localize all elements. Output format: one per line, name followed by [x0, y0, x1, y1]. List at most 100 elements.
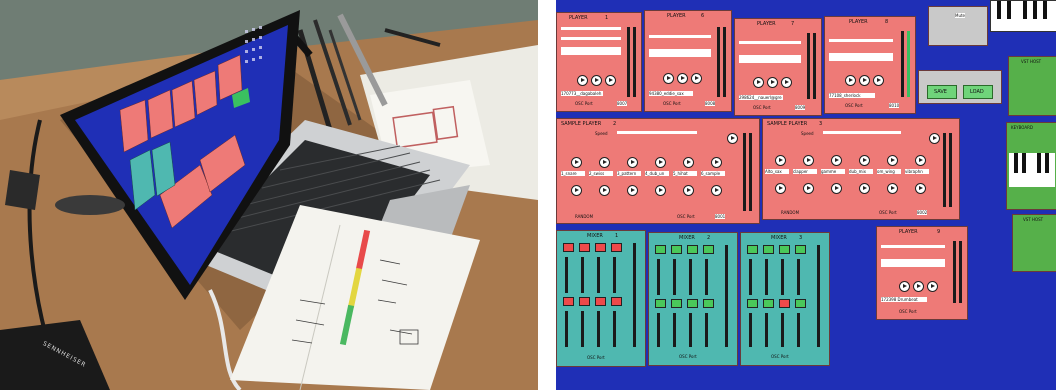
fader[interactable] [943, 133, 946, 207]
fader[interactable] [723, 27, 726, 97]
fader[interactable] [797, 259, 800, 295]
play-button[interactable] [683, 157, 694, 168]
play-button[interactable] [691, 73, 702, 84]
channel-button[interactable] [779, 245, 790, 254]
fader[interactable] [749, 133, 752, 211]
fader[interactable] [749, 259, 752, 295]
fader[interactable] [581, 311, 584, 347]
channel-button[interactable] [795, 299, 806, 308]
fader[interactable] [613, 257, 616, 293]
channel-button[interactable] [655, 245, 666, 254]
play-button[interactable] [753, 77, 764, 88]
channel-button[interactable] [763, 299, 774, 308]
play-button[interactable] [845, 75, 856, 86]
play-button[interactable] [913, 281, 924, 292]
play-button[interactable] [605, 75, 616, 86]
fader[interactable] [657, 313, 660, 347]
play-button[interactable] [899, 281, 910, 292]
channel-button[interactable] [595, 297, 606, 306]
fader[interactable] [657, 259, 660, 295]
channel-button[interactable] [703, 245, 714, 254]
fader[interactable] [597, 257, 600, 293]
fader[interactable] [807, 33, 810, 99]
fader[interactable] [565, 311, 568, 347]
channel-button[interactable] [687, 299, 698, 308]
channel-button[interactable] [579, 243, 590, 252]
fader[interactable] [901, 31, 904, 97]
play-button[interactable] [627, 185, 638, 196]
play-button[interactable] [873, 75, 884, 86]
channel-button[interactable] [747, 245, 758, 254]
channel-button[interactable] [563, 297, 574, 306]
fader[interactable] [959, 241, 962, 303]
play-button[interactable] [577, 75, 588, 86]
fader[interactable] [689, 259, 692, 295]
channel-button[interactable] [671, 299, 682, 308]
play-button[interactable] [711, 185, 722, 196]
channel-button[interactable] [611, 297, 622, 306]
channel-button[interactable] [655, 299, 666, 308]
play-button[interactable] [677, 73, 688, 84]
fader[interactable] [743, 133, 746, 211]
play-button[interactable] [655, 185, 666, 196]
play-button[interactable] [927, 281, 938, 292]
play-button[interactable] [859, 155, 870, 166]
play-button[interactable] [627, 157, 638, 168]
play-button[interactable] [767, 77, 778, 88]
fader[interactable] [949, 133, 952, 207]
fader[interactable] [907, 31, 910, 97]
fader[interactable] [633, 27, 636, 97]
fader[interactable] [565, 257, 568, 293]
fader[interactable] [581, 257, 584, 293]
fader[interactable] [627, 27, 630, 97]
play-button[interactable] [591, 75, 602, 86]
fader[interactable] [813, 33, 816, 99]
play-button[interactable] [683, 185, 694, 196]
fader[interactable] [689, 313, 692, 347]
play-button[interactable] [887, 155, 898, 166]
channel-button[interactable] [611, 243, 622, 252]
fader[interactable] [673, 313, 676, 347]
channel-button[interactable] [795, 245, 806, 254]
channel-button[interactable] [671, 245, 682, 254]
play-button[interactable] [571, 157, 582, 168]
fader[interactable] [781, 313, 784, 347]
play-button[interactable] [803, 183, 814, 194]
play-button[interactable] [859, 183, 870, 194]
channel-button[interactable] [563, 243, 574, 252]
fader[interactable] [817, 245, 820, 347]
fader[interactable] [725, 245, 728, 347]
fader[interactable] [613, 311, 616, 347]
play-button[interactable] [929, 133, 940, 144]
fader[interactable] [597, 311, 600, 347]
play-button[interactable] [599, 185, 610, 196]
keyboard-keys[interactable] [1009, 153, 1055, 187]
channel-button[interactable] [703, 299, 714, 308]
channel-button[interactable] [763, 245, 774, 254]
fader[interactable] [765, 259, 768, 295]
channel-button[interactable] [747, 299, 758, 308]
play-button[interactable] [599, 157, 610, 168]
play-button[interactable] [711, 157, 722, 168]
play-button[interactable] [831, 183, 842, 194]
play-button[interactable] [655, 157, 666, 168]
fader[interactable] [953, 241, 956, 303]
channel-button[interactable] [595, 243, 606, 252]
fader[interactable] [673, 259, 676, 295]
load-button[interactable]: LOAD [963, 85, 993, 99]
play-button[interactable] [775, 183, 786, 194]
fader[interactable] [705, 259, 708, 295]
save-button[interactable]: SAVE [927, 85, 957, 99]
fader[interactable] [633, 243, 636, 347]
play-button[interactable] [831, 155, 842, 166]
play-button[interactable] [915, 155, 926, 166]
play-button[interactable] [803, 155, 814, 166]
play-button[interactable] [887, 183, 898, 194]
fader[interactable] [797, 313, 800, 347]
keyboard-top[interactable] [990, 0, 1056, 32]
play-button[interactable] [663, 73, 674, 84]
channel-button[interactable] [579, 297, 590, 306]
play-button[interactable] [775, 155, 786, 166]
channel-button[interactable] [779, 299, 790, 308]
play-button[interactable] [859, 75, 870, 86]
